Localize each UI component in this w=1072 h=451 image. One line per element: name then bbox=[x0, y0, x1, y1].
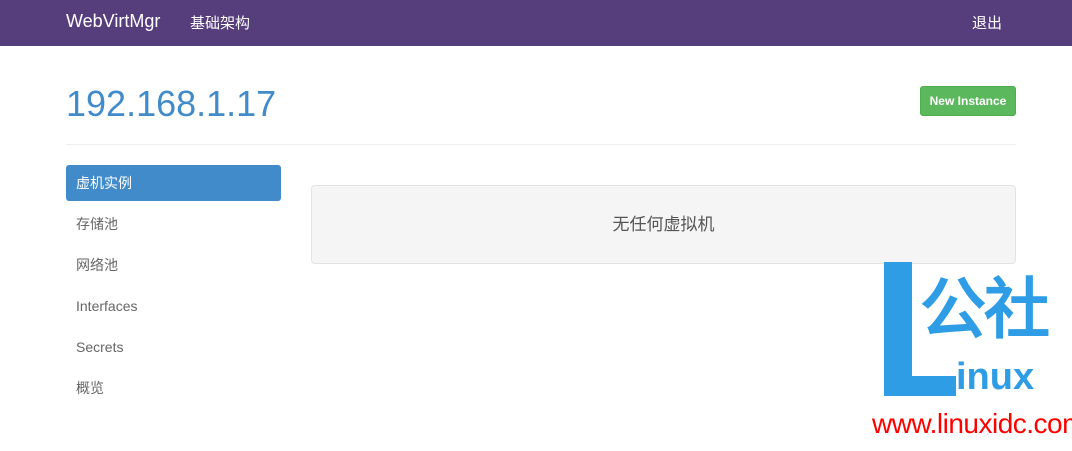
page-title: 192.168.1.17 bbox=[66, 83, 277, 124]
nav-infrastructure-link[interactable]: 基础架构 bbox=[190, 12, 250, 33]
sidebar-item-interfaces[interactable]: Interfaces bbox=[66, 288, 281, 324]
header-divider bbox=[66, 144, 1016, 145]
sidebar-item-network-pools[interactable]: 网络池 bbox=[66, 247, 281, 283]
logo-inux-text: inux bbox=[956, 356, 1035, 398]
top-navbar: WebVirtMgr 基础架构 退出 bbox=[0, 0, 1072, 46]
sidebar-item-instances[interactable]: 虚机实例 bbox=[66, 165, 281, 201]
site-watermark-logo: 公社 inux www.linuxidc.com bbox=[870, 258, 1072, 451]
logout-link[interactable]: 退出 bbox=[972, 12, 1002, 33]
empty-message: 无任何虚拟机 bbox=[612, 215, 715, 234]
sidebar-item-overview[interactable]: 概览 bbox=[66, 370, 281, 406]
empty-instances-panel: 无任何虚拟机 bbox=[311, 185, 1016, 264]
brand-link[interactable]: WebVirtMgr bbox=[66, 11, 160, 32]
logo-chinese-text: 公社 bbox=[920, 272, 1050, 346]
watermark-url: www.linuxidc.com bbox=[872, 408, 1072, 439]
logo-letter-l-foot bbox=[884, 376, 956, 396]
sidebar-nav: 虚机实例 存储池 网络池 Interfaces Secrets 概览 bbox=[66, 165, 281, 411]
sidebar-item-secrets[interactable]: Secrets bbox=[66, 329, 281, 365]
new-instance-button[interactable]: New Instance bbox=[920, 86, 1016, 116]
sidebar-item-storage-pools[interactable]: 存储池 bbox=[66, 206, 281, 242]
